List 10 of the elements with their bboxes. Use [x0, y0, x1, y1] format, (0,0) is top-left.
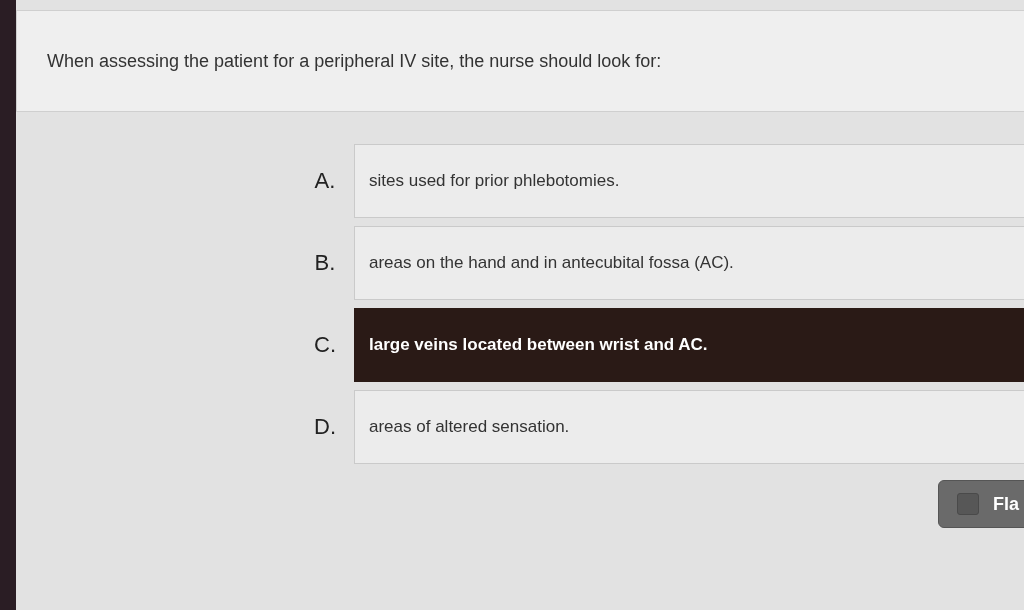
flag-button[interactable]: Fla — [938, 480, 1024, 528]
answer-option[interactable]: large veins located between wrist and AC. — [354, 308, 1024, 382]
answer-option[interactable]: sites used for prior phlebotomies. — [354, 144, 1024, 218]
option-letter: C. — [313, 332, 337, 358]
answer-option[interactable]: areas on the hand and in antecubital fossa (AC). — [354, 226, 1024, 300]
option-letter: A. — [313, 168, 337, 194]
option-letter: B. — [313, 250, 337, 276]
option-letter: D. — [313, 414, 337, 440]
answer-option[interactable]: areas of altered sensation. — [354, 390, 1024, 464]
question-text: When assessing the patient for a peripheral IV site, the nurse should look for: — [47, 50, 662, 72]
